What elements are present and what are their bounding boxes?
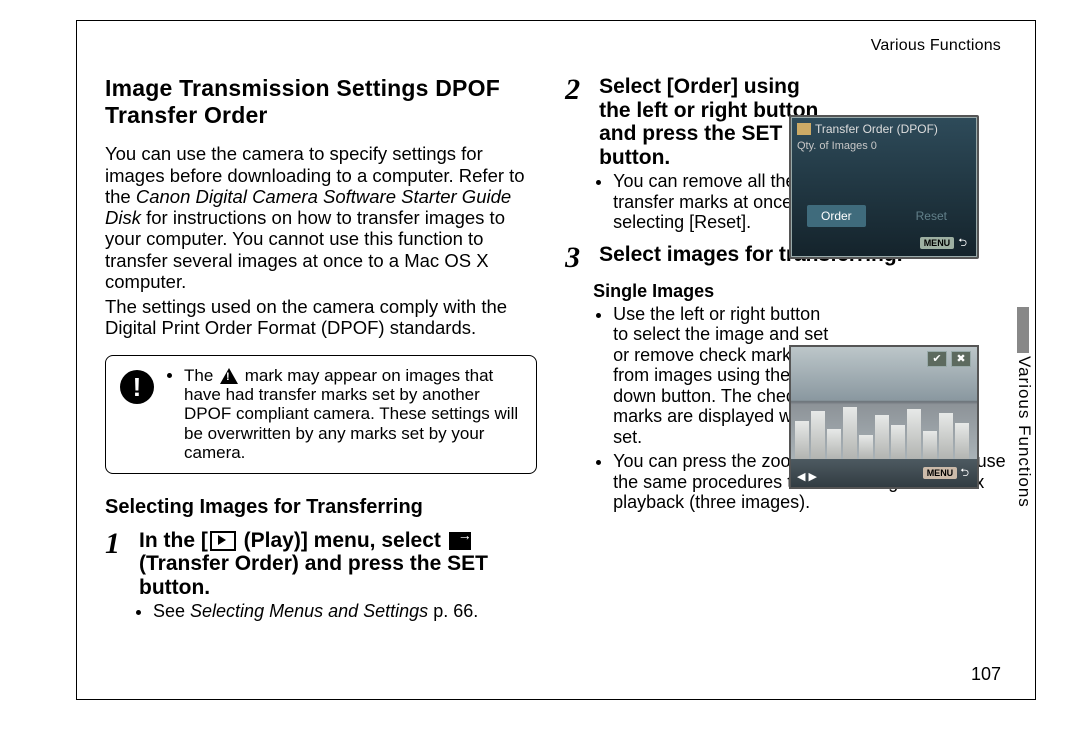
lcd-menu-arrow: ⮌ <box>958 237 967 249</box>
caution-icon: ! <box>120 370 154 404</box>
step-1-number: 1 <box>105 529 131 600</box>
dpof-paragraph: The settings used on the camera comply w… <box>105 296 537 339</box>
note-box: ! The mark may appear on images that hav… <box>105 355 537 474</box>
sub-heading-selecting: Selecting Images for Transferring <box>105 496 537 519</box>
step-2-number: 2 <box>565 75 591 169</box>
skyline-illustration <box>791 401 977 459</box>
side-tab: Various Functions <box>1014 356 1034 556</box>
intro-paragraph: You can use the camera to specify settin… <box>105 143 537 292</box>
running-head: Various Functions <box>871 37 1001 55</box>
transfer-order-icon <box>449 532 471 550</box>
right-column: 2 Select [Order] using the left or right… <box>565 75 1007 667</box>
step-1: 1 In the [ (Play)] menu, select (Transfe… <box>105 529 537 600</box>
lcd-menu-icon: MENU <box>920 237 955 249</box>
note-bullet: The mark may appear on images that have … <box>184 366 522 463</box>
play-icon <box>210 531 236 551</box>
photo-menu-arrow: ⮌ <box>960 467 969 479</box>
side-tab-label: Various Functions <box>1014 356 1034 508</box>
camera-lcd-image-select: ✔ ✖ ◀ ▶ MENU⮌ <box>789 345 979 489</box>
nav-arrows-icon: ◀ ▶ <box>797 470 817 483</box>
photo-menu-icon: MENU <box>923 467 958 479</box>
side-tab-marker <box>1017 307 1029 353</box>
step-3-number: 3 <box>565 243 591 273</box>
manual-page: Various Functions Various Functions Imag… <box>76 20 1036 700</box>
lcd-tab-reset: Reset <box>902 205 961 227</box>
lcd-qty: Qty. of Images 0 <box>791 138 977 154</box>
camera-lcd-transfer-order: Transfer Order (DPOF) Qty. of Images 0 O… <box>789 115 979 259</box>
x-mark-icon: ✖ <box>951 351 971 367</box>
transfer-order-icon <box>797 123 811 135</box>
checkmark-icon: ✔ <box>927 351 947 367</box>
lcd-title: Transfer Order (DPOF) <box>815 122 938 136</box>
lcd-tab-order: Order <box>807 205 866 227</box>
warning-triangle-icon <box>220 368 238 384</box>
single-images-heading: Single Images <box>593 281 1007 302</box>
left-column: Image Transmission Settings DPOF Transfe… <box>105 75 537 667</box>
step-1-heading: In the [ (Play)] menu, select (Transfer … <box>139 529 537 600</box>
section-title: Image Transmission Settings DPOF Transfe… <box>105 75 537 129</box>
page-number: 107 <box>971 664 1001 685</box>
step-1-see-ref: See Selecting Menus and Settings p. 66. <box>153 601 537 622</box>
